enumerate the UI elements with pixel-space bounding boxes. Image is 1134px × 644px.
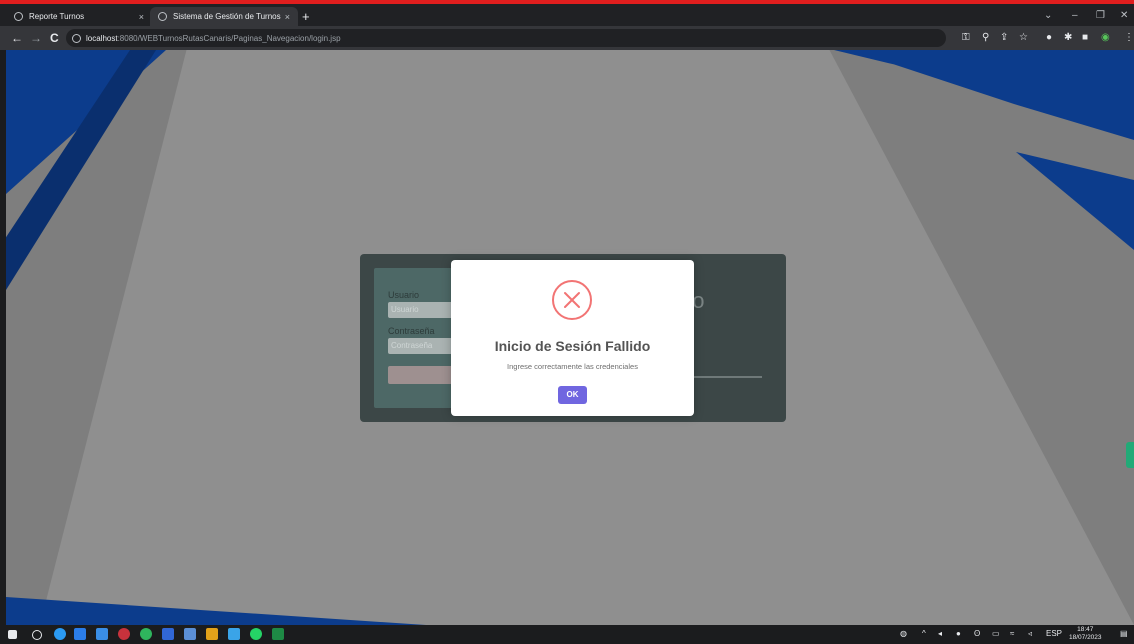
dialog-message: Ingrese correctamente las credenciales: [507, 362, 638, 371]
share-icon[interactable]: ⇪: [1000, 30, 1008, 46]
forward-button[interactable]: →: [30, 30, 42, 46]
network-icon[interactable]: ≈: [1010, 628, 1014, 640]
url-host: localhost: [86, 33, 118, 43]
app-icon[interactable]: [162, 628, 174, 640]
speaker-icon[interactable]: ◃: [1028, 628, 1032, 640]
chevron-up-icon[interactable]: ^: [922, 628, 926, 640]
excel-icon[interactable]: [272, 628, 284, 640]
tab-title: Sistema de Gestión de Turnos "E: [173, 12, 281, 21]
ok-button[interactable]: OK: [558, 386, 587, 404]
address-bar[interactable]: localhost :8080/WEBTurnosRutasCanaris/Pa…: [66, 29, 946, 47]
chrome-icon[interactable]: [140, 628, 152, 640]
search-icon[interactable]: [32, 630, 42, 640]
tab-title: Reporte Turnos: [29, 12, 85, 21]
globe-icon: [158, 12, 167, 21]
tab-sistema-gestion-turnos[interactable]: Sistema de Gestión de Turnos "E ×: [150, 7, 298, 26]
profile-avatar-icon[interactable]: ◉: [1101, 30, 1110, 46]
mail-icon[interactable]: [96, 628, 108, 640]
side-panel-icon[interactable]: ■: [1082, 30, 1088, 46]
error-x-icon: [552, 280, 592, 320]
extensions-puzzle-icon[interactable]: ✱: [1064, 30, 1072, 46]
bluetooth-icon[interactable]: ʘ: [974, 628, 980, 640]
dialog-title: Inicio de Sesión Fallido: [494, 338, 651, 354]
browser-menu-icon[interactable]: ⋮: [1124, 30, 1134, 46]
clock[interactable]: 18:47 18/07/2023: [1069, 626, 1102, 642]
extension-icon[interactable]: ●: [1046, 30, 1052, 46]
page-viewport: Usuario Usuario Contraseña Contraseña Lo…: [6, 50, 1134, 625]
error-dialog: Inicio de Sesión Fallido Ingrese correct…: [451, 260, 694, 416]
reload-button[interactable]: C: [50, 30, 59, 46]
clock-time: 18:47: [1077, 626, 1094, 633]
usuario-label: Usuario: [388, 290, 420, 300]
windows-start-icon[interactable]: [8, 630, 17, 639]
close-window-button[interactable]: ✕: [1120, 8, 1128, 24]
back-button[interactable]: ←: [11, 30, 23, 46]
tab-close-icon[interactable]: ×: [285, 12, 290, 22]
store-icon[interactable]: [74, 628, 86, 640]
divider: [690, 376, 762, 378]
volume-icon[interactable]: ◂: [938, 628, 942, 640]
restore-button[interactable]: ❐: [1096, 8, 1105, 24]
minimize-button[interactable]: –: [1072, 8, 1078, 24]
whatsapp-icon[interactable]: [250, 628, 262, 640]
browser-toolbar: ← → C localhost :8080/WEBTurnosRutasCana…: [0, 26, 1134, 50]
bookmark-star-icon[interactable]: ☆: [1019, 30, 1028, 46]
tab-search-chevron-icon[interactable]: ⌄: [1044, 8, 1052, 24]
globe-icon: [14, 12, 23, 21]
app-icon[interactable]: [228, 628, 240, 640]
zoom-icon[interactable]: ⚲: [982, 30, 989, 46]
key-icon[interactable]: ⚿: [962, 30, 970, 46]
edge-icon[interactable]: [54, 628, 66, 640]
tab-reporte-turnos[interactable]: Reporte Turnos ×: [6, 7, 152, 26]
app-icon[interactable]: [118, 628, 130, 640]
edge-extension-badge[interactable]: [1126, 442, 1134, 468]
language-indicator[interactable]: ESP: [1046, 628, 1062, 640]
app-icon[interactable]: [184, 628, 196, 640]
app-tray-icon[interactable]: ●: [956, 628, 961, 640]
clock-date: 18/07/2023: [1069, 634, 1102, 641]
url-path: :8080/WEBTurnosRutasCanaris/Paginas_Nave…: [117, 33, 341, 43]
new-tab-button[interactable]: +: [302, 8, 310, 26]
taskbar: ◍ ^ ◂ ● ʘ ▭ ≈ ◃ ESP 18:47 18/07/2023 ▤: [0, 625, 1134, 644]
weather-icon[interactable]: ◍: [900, 628, 907, 640]
tab-close-icon[interactable]: ×: [139, 12, 144, 22]
notification-icon[interactable]: ▤: [1120, 628, 1128, 640]
password-label: Contraseña: [388, 326, 435, 336]
battery-icon[interactable]: ▭: [992, 628, 1000, 640]
app-icon[interactable]: [206, 628, 218, 640]
site-info-icon[interactable]: [72, 33, 81, 43]
browser-tab-strip: Reporte Turnos × Sistema de Gestión de T…: [0, 4, 1134, 26]
